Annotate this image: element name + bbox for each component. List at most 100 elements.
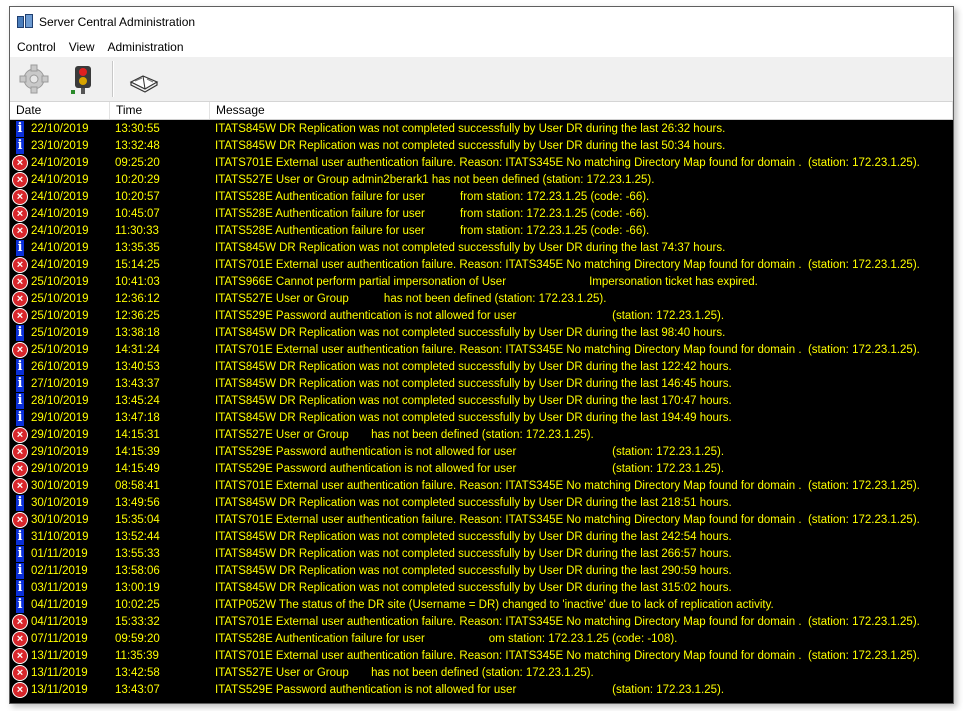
info-icon: i xyxy=(16,579,24,596)
log-message: ITATS529E Password authentication is not… xyxy=(215,462,725,475)
log-date: 30/10/2019 xyxy=(31,479,89,492)
log-date: 29/10/2019 xyxy=(31,428,89,441)
log-time: 08:58:41 xyxy=(115,479,160,492)
log-row[interactable]: i 01/11/2019 13:55:33 ITATS845W DR Replicat… xyxy=(10,545,953,562)
title-bar[interactable]: Server Central Administration xyxy=(10,7,953,37)
toolbar-separator xyxy=(112,61,114,97)
log-date: 23/10/2019 xyxy=(31,139,89,152)
app-window: Server Central Administration Control Vi… xyxy=(9,6,954,704)
log-row[interactable]: × 07/11/2019 09:59:20 ITATS528E Authenticat… xyxy=(10,630,953,647)
log-date: 24/10/2019 xyxy=(31,156,89,169)
log-row[interactable]: i 04/11/2019 10:02:25 ITATP052W The status … xyxy=(10,596,953,613)
log-row[interactable]: i 27/10/2019 13:43:37 ITATS845W DR Replicat… xyxy=(10,375,953,392)
log-time: 13:47:18 xyxy=(115,411,160,424)
info-icon: i xyxy=(16,324,24,341)
log-time: 15:33:32 xyxy=(115,615,160,628)
column-header-date[interactable]: Date xyxy=(10,102,110,119)
log-message: ITATS845W DR Replication was not complet… xyxy=(215,394,732,407)
toolbar xyxy=(10,57,953,102)
log-date: 13/11/2019 xyxy=(31,649,88,662)
traffic-light-icon[interactable] xyxy=(66,61,102,97)
error-icon: × xyxy=(12,478,28,494)
log-message: ITATS529E Password authentication is not… xyxy=(215,309,725,322)
log-row[interactable]: × 29/10/2019 14:15:49 ITATS529E Password au… xyxy=(10,460,953,477)
gear-icon[interactable] xyxy=(16,61,52,97)
log-message: ITATS528E Authentication failure for use… xyxy=(215,190,650,203)
log-row[interactable]: × 04/11/2019 15:33:32 ITATS701E External us… xyxy=(10,613,953,630)
log-time: 13:35:35 xyxy=(115,241,160,254)
log-message: ITATS845W DR Replication was not complet… xyxy=(215,581,732,594)
log-row[interactable]: × 24/10/2019 15:14:25 ITATS701E External us… xyxy=(10,256,953,273)
log-row[interactable]: i 28/10/2019 13:45:24 ITATS845W DR Replicat… xyxy=(10,392,953,409)
log-row[interactable]: i 30/10/2019 13:49:56 ITATS845W DR Replicat… xyxy=(10,494,953,511)
log-date: 24/10/2019 xyxy=(31,207,89,220)
log-date: 13/11/2019 xyxy=(31,666,88,679)
log-row[interactable]: i 22/10/2019 13:30:55 ITATS845W DR Replicat… xyxy=(10,120,953,137)
log-row[interactable]: i 03/11/2019 13:00:19 ITATS845W DR Replicat… xyxy=(10,579,953,596)
log-row[interactable]: i 23/10/2019 13:32:48 ITATS845W DR Replicat… xyxy=(10,137,953,154)
log-row[interactable]: × 24/10/2019 10:20:57 ITATS528E Authenticat… xyxy=(10,188,953,205)
log-row[interactable]: × 24/10/2019 09:25:20 ITATS701E External us… xyxy=(10,154,953,171)
log-time: 13:00:19 xyxy=(115,581,160,594)
log-time: 13:52:44 xyxy=(115,530,160,543)
log-row[interactable]: × 24/10/2019 10:45:07 ITATS528E Authenticat… xyxy=(10,205,953,222)
error-icon: × xyxy=(12,257,28,273)
log-message: ITATS528E Authentication failure for use… xyxy=(215,224,650,237)
menu-control[interactable]: Control xyxy=(11,40,62,54)
info-icon: i xyxy=(16,596,24,613)
log-message: ITATP052W The status of the DR site (Use… xyxy=(215,598,774,611)
log-time: 11:35:39 xyxy=(115,649,159,662)
log-row[interactable]: i 26/10/2019 13:40:53 ITATS845W DR Replicat… xyxy=(10,358,953,375)
error-icon: × xyxy=(12,427,28,443)
book-icon[interactable] xyxy=(126,61,162,97)
log-row[interactable]: i 29/10/2019 13:47:18 ITATS845W DR Replicat… xyxy=(10,409,953,426)
info-icon: i xyxy=(16,409,24,426)
log-row[interactable]: × 25/10/2019 12:36:25 ITATS529E Password au… xyxy=(10,307,953,324)
log-time: 10:41:03 xyxy=(115,275,160,288)
log-row[interactable]: × 24/10/2019 10:20:29 ITATS527E User or Gro… xyxy=(10,171,953,188)
log-row[interactable]: × 25/10/2019 12:36:12 ITATS527E User or Gro… xyxy=(10,290,953,307)
log-row[interactable]: i 24/10/2019 13:35:35 ITATS845W DR Replicat… xyxy=(10,239,953,256)
log-list[interactable]: i 22/10/2019 13:30:55 ITATS845W DR Replicat… xyxy=(10,120,953,703)
log-time: 14:15:49 xyxy=(115,462,160,475)
menu-administration[interactable]: Administration xyxy=(101,40,189,54)
log-row[interactable]: × 29/10/2019 14:15:31 ITATS527E User or Gro… xyxy=(10,426,953,443)
log-row[interactable]: × 25/10/2019 10:41:03 ITATS966E Cannot perf… xyxy=(10,273,953,290)
log-row[interactable]: i 25/10/2019 13:38:18 ITATS845W DR Replicat… xyxy=(10,324,953,341)
log-time: 09:25:20 xyxy=(115,156,160,169)
log-time: 14:15:31 xyxy=(115,428,160,441)
log-date: 24/10/2019 xyxy=(31,190,89,203)
log-time: 13:45:24 xyxy=(115,394,160,407)
log-row[interactable]: × 30/10/2019 15:35:04 ITATS701E External us… xyxy=(10,511,953,528)
log-message: ITATS845W DR Replication was not complet… xyxy=(215,139,726,152)
log-message: ITATS701E External user authentication f… xyxy=(215,258,920,271)
info-icon: i xyxy=(16,545,24,562)
error-icon: × xyxy=(12,172,28,188)
log-row[interactable]: i 31/10/2019 13:52:44 ITATS845W DR Replicat… xyxy=(10,528,953,545)
log-time: 13:30:55 xyxy=(115,122,160,135)
log-row[interactable]: i 02/11/2019 13:58:06 ITATS845W DR Replicat… xyxy=(10,562,953,579)
log-time: 13:42:58 xyxy=(115,666,160,679)
info-icon: i xyxy=(16,528,24,545)
column-header-time[interactable]: Time xyxy=(110,102,210,119)
log-row[interactable]: × 29/10/2019 14:15:39 ITATS529E Password au… xyxy=(10,443,953,460)
window-title: Server Central Administration xyxy=(39,15,196,29)
log-row[interactable]: × 25/10/2019 14:31:24 ITATS701E External us… xyxy=(10,341,953,358)
column-header-message[interactable]: Message xyxy=(210,102,953,119)
log-time: 13:40:53 xyxy=(115,360,160,373)
log-row[interactable]: × 13/11/2019 13:42:58 ITATS527E User or Gro… xyxy=(10,664,953,681)
log-date: 02/11/2019 xyxy=(31,564,88,577)
log-row[interactable]: × 13/11/2019 13:43:07 ITATS529E Password au… xyxy=(10,681,953,698)
menu-view[interactable]: View xyxy=(63,40,101,54)
error-icon: × xyxy=(12,291,28,307)
log-time: 14:31:24 xyxy=(115,343,160,356)
log-message: ITATS845W DR Replication was not complet… xyxy=(215,122,726,135)
log-row[interactable]: × 30/10/2019 08:58:41 ITATS701E External us… xyxy=(10,477,953,494)
log-message: ITATS845W DR Replication was not complet… xyxy=(215,564,732,577)
log-row[interactable]: × 13/11/2019 11:35:39 ITATS701E External us… xyxy=(10,647,953,664)
log-date: 30/10/2019 xyxy=(31,496,89,509)
log-row[interactable]: × 24/10/2019 11:30:33 ITATS528E Authenticat… xyxy=(10,222,953,239)
log-date: 01/11/2019 xyxy=(31,547,88,560)
log-message: ITATS527E User or Group has not been def… xyxy=(215,666,594,679)
info-icon: i xyxy=(16,239,24,256)
